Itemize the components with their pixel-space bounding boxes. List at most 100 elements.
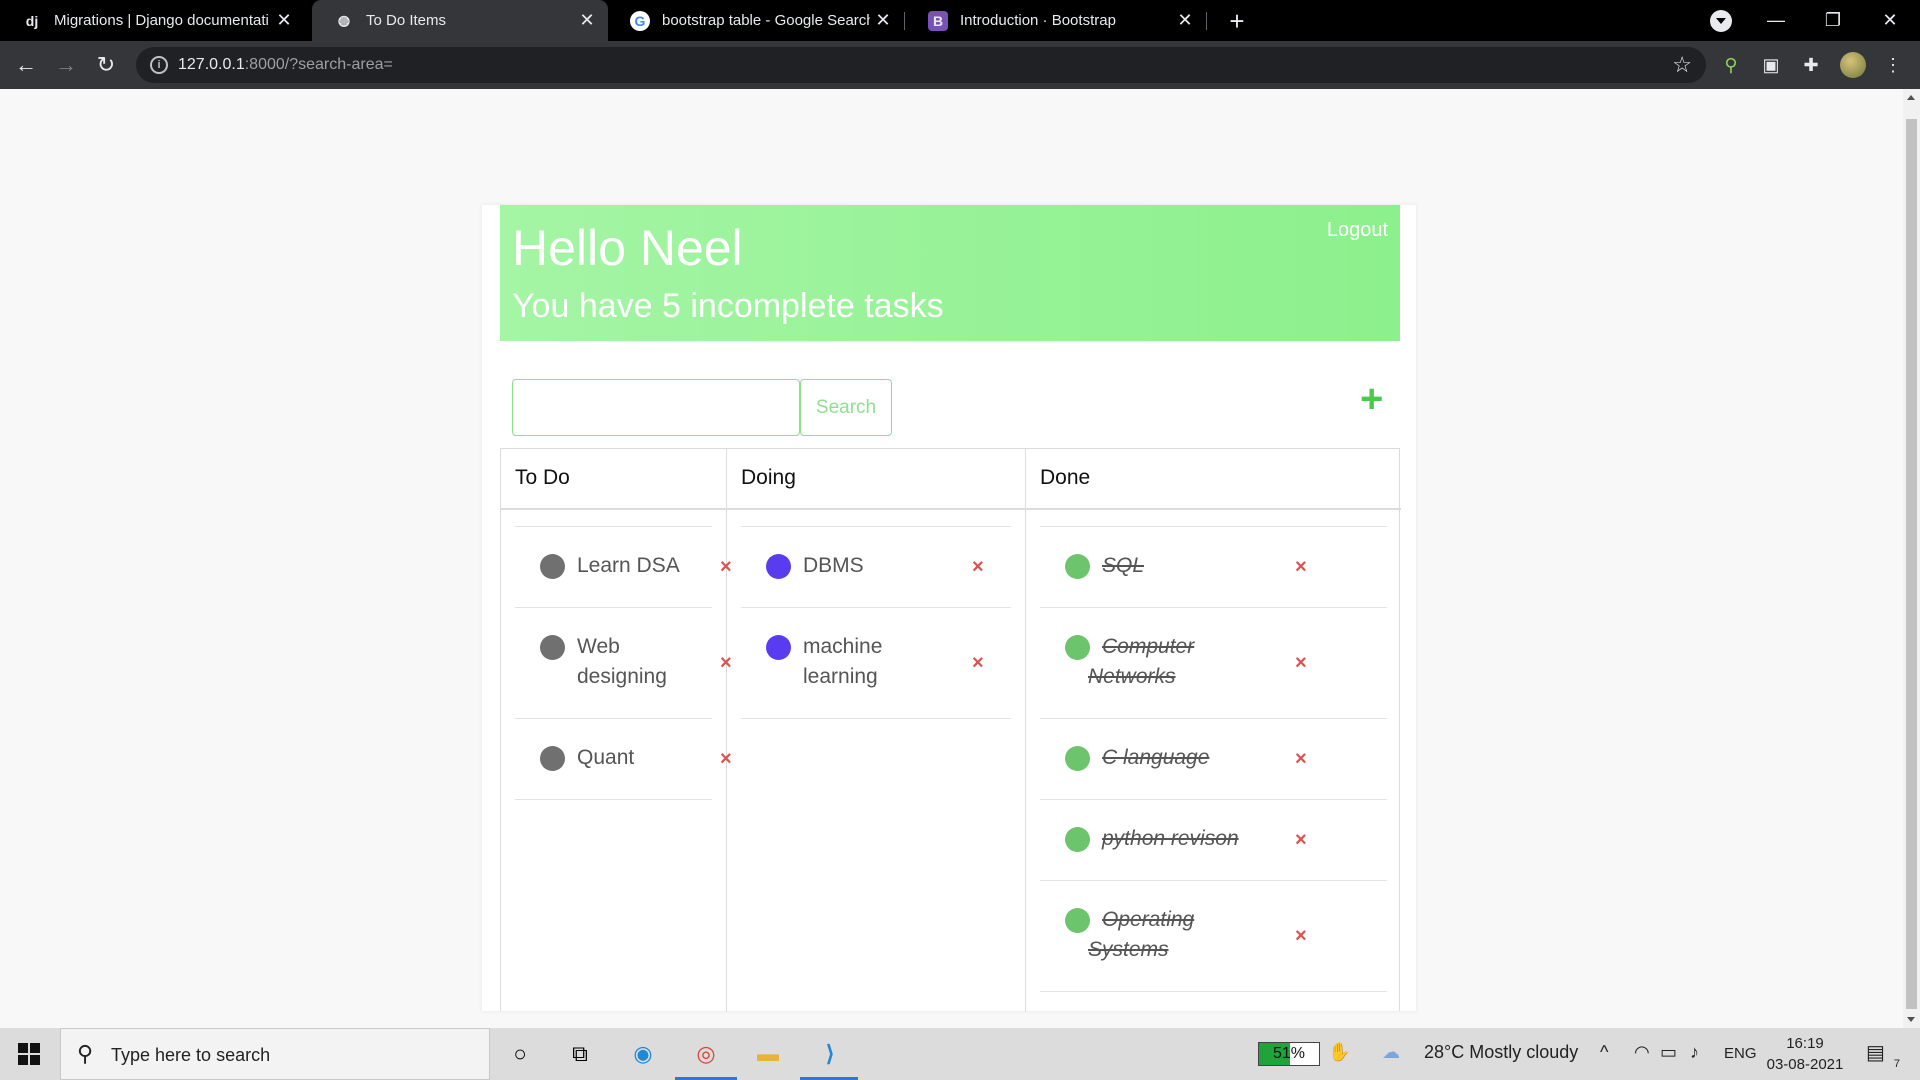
task-item[interactable]: DBMS × (741, 527, 1011, 608)
chrome-icon[interactable]: ◎ (688, 1036, 724, 1072)
task-title[interactable]: Computer (1102, 632, 1194, 662)
task-title[interactable]: Systems (1088, 935, 1169, 965)
task-title[interactable]: Quant (577, 743, 634, 773)
task-title[interactable]: python revison (1102, 824, 1239, 854)
tab-bootstrap[interactable]: B Introduction · Bootstrap ✕ (906, 0, 1206, 41)
delete-task-icon[interactable]: × (1295, 556, 1307, 579)
close-tab-icon[interactable]: ✕ (271, 10, 297, 31)
reload-icon[interactable]: ↻ (90, 49, 122, 81)
status-dot-icon[interactable] (540, 635, 565, 660)
clock[interactable]: 16:19 03-08-2021 (1765, 1033, 1845, 1075)
forward-icon[interactable]: → (50, 49, 82, 81)
tab-globe[interactable]: ◍ To Do Items ✕ (312, 0, 608, 41)
task-title[interactable]: machine (803, 632, 882, 662)
scroll-up-icon[interactable] (1907, 95, 1915, 100)
scroll-thumb[interactable] (1906, 119, 1917, 1009)
delete-task-icon[interactable]: × (1295, 925, 1307, 948)
task-title[interactable]: DBMS (803, 551, 864, 581)
close-tab-icon[interactable]: ✕ (574, 10, 600, 31)
file-explorer-icon[interactable]: ▬ (750, 1036, 786, 1072)
delete-task-icon[interactable]: × (1295, 652, 1307, 675)
task-item[interactable]: Quant × (515, 719, 732, 800)
delete-task-icon[interactable]: × (972, 652, 984, 675)
status-dot-icon[interactable] (1065, 554, 1090, 579)
close-window-icon[interactable]: ✕ (1862, 0, 1918, 41)
greeting-heading: Hello Neel (512, 220, 743, 276)
profile-avatar[interactable] (1840, 52, 1866, 78)
google-icon: G (630, 10, 650, 31)
task-title[interactable]: C language (1102, 743, 1209, 773)
touch-icon[interactable]: ✋ (1328, 1042, 1350, 1063)
task-title[interactable]: designing (577, 662, 667, 692)
windows-start-icon[interactable] (18, 1043, 40, 1065)
status-dot-icon[interactable] (766, 554, 791, 579)
close-tab-icon[interactable]: ✕ (870, 10, 896, 31)
wifi-icon[interactable]: ◠ (1634, 1042, 1650, 1063)
task-view-icon[interactable]: ⧉ (562, 1036, 598, 1072)
edge-icon[interactable]: ◉ (625, 1036, 661, 1072)
status-dot-icon[interactable] (1065, 908, 1090, 933)
vscode-icon[interactable]: ⟩ (812, 1036, 848, 1072)
weather-cloud-icon[interactable]: ☁ (1382, 1042, 1400, 1063)
status-dot-icon[interactable] (540, 554, 565, 579)
status-dot-icon[interactable] (1065, 746, 1090, 771)
task-title[interactable]: Networks (1088, 662, 1176, 692)
delete-task-icon[interactable]: × (1295, 829, 1307, 852)
status-dot-icon[interactable] (766, 635, 791, 660)
delete-task-icon[interactable]: × (1295, 748, 1307, 771)
task-title[interactable]: Web (577, 632, 620, 662)
task-item[interactable]: Computer Networks × (1040, 608, 1387, 719)
task-title[interactable]: Learn DSA (577, 551, 680, 581)
scroll-down-icon[interactable] (1907, 1017, 1915, 1022)
task-item[interactable]: Operating Systems × (1040, 881, 1387, 992)
site-info-icon[interactable]: i (150, 56, 168, 74)
cortana-icon[interactable]: ○ (502, 1036, 538, 1072)
status-dot-icon[interactable] (1065, 827, 1090, 852)
page-viewport: Hello Neel You have 5 incomplete tasks L… (0, 89, 1903, 1028)
add-task-icon[interactable]: + (1360, 379, 1383, 419)
back-icon[interactable]: ← (10, 49, 42, 81)
weather-text[interactable]: 28°C Mostly cloudy (1424, 1042, 1578, 1063)
media-icon[interactable]: ▣ (1758, 52, 1784, 78)
battery-indicator[interactable]: 51% (1258, 1042, 1320, 1066)
task-title[interactable]: learning (803, 662, 878, 692)
todo-card: Hello Neel You have 5 incomplete tasks L… (482, 205, 1416, 1012)
task-item[interactable]: python revison × (1040, 800, 1387, 881)
tab-django[interactable]: dj Migrations | Django documentati ✕ (0, 0, 305, 41)
tab-search-icon[interactable] (1710, 10, 1732, 32)
bookmark-star-icon[interactable]: ☆ (1672, 52, 1692, 78)
task-item[interactable]: Web designing × (515, 608, 732, 719)
taskbar-search-box[interactable]: ⚲ Type here to search (60, 1028, 490, 1080)
battery-icon[interactable]: ▭ (1660, 1042, 1677, 1063)
search-button[interactable]: Search (800, 379, 892, 436)
menu-icon[interactable]: ⋮ (1880, 52, 1906, 78)
logout-link[interactable]: Logout (1327, 219, 1388, 242)
windows-taskbar: ⚲ Type here to search ○ ⧉ ◉ ◎ ▬ ⟩ 51% ✋ … (0, 1028, 1920, 1080)
status-dot-icon[interactable] (540, 746, 565, 771)
address-bar[interactable]: i 127.0.0.1:8000/?search-area= ☆ (136, 47, 1706, 83)
notification-icon[interactable]: ▤ 7 (1866, 1040, 1900, 1070)
status-dot-icon[interactable] (1065, 635, 1090, 660)
url-text[interactable]: 127.0.0.1:8000/?search-area= (178, 56, 393, 74)
task-item[interactable]: machine learning × (741, 608, 1011, 719)
search-icon: ⚲ (77, 1041, 94, 1066)
restore-icon[interactable]: ❐ (1805, 0, 1861, 41)
clock-time: 16:19 (1786, 1035, 1824, 1052)
task-title[interactable]: SQL (1102, 551, 1144, 581)
task-title[interactable]: Operating (1102, 905, 1194, 935)
new-tab-button[interactable]: + (1222, 6, 1252, 36)
close-tab-icon[interactable]: ✕ (1172, 10, 1198, 31)
search-input[interactable] (512, 379, 800, 436)
minimize-icon[interactable]: — (1748, 0, 1804, 41)
delete-task-icon[interactable]: × (972, 556, 984, 579)
tab-google[interactable]: Gbootstrap table - Google Search ✕ (608, 0, 904, 41)
chevron-up-icon[interactable]: ^ (1600, 1042, 1608, 1063)
task-item[interactable]: SQL × (1040, 527, 1387, 608)
task-item[interactable]: Learn DSA × (515, 527, 732, 608)
language-indicator[interactable]: ENG (1724, 1045, 1757, 1062)
extensions-puzzle-icon[interactable]: ✚ (1798, 52, 1824, 78)
task-item[interactable]: C language × (1040, 719, 1387, 800)
extension-icon[interactable]: ⚲ (1718, 52, 1744, 78)
page-scrollbar[interactable] (1903, 89, 1920, 1028)
volume-icon[interactable]: ♪ (1690, 1042, 1699, 1063)
